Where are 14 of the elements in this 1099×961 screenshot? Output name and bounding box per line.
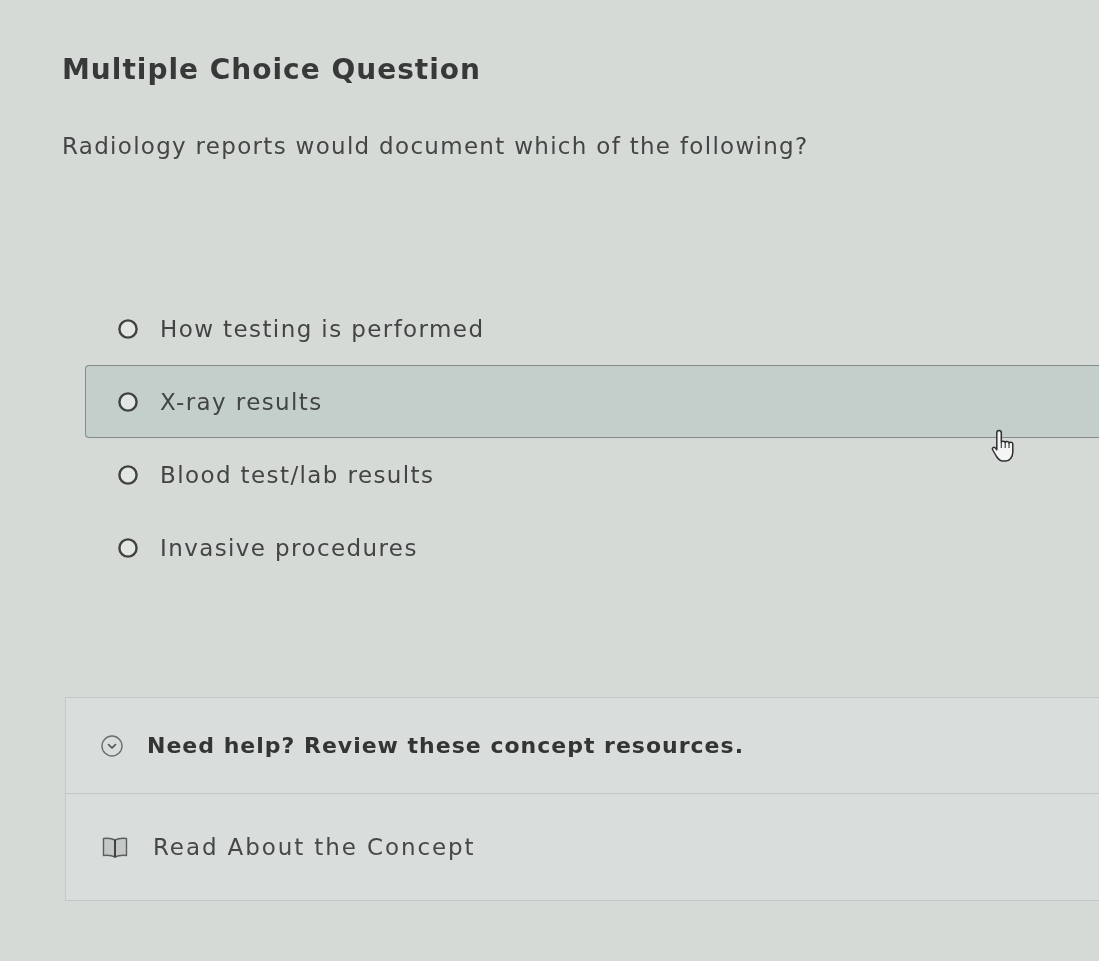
answer-text[interactable]: Blood test/lab results [160,459,435,490]
question-heading: Multiple Choice Question [62,53,481,87]
book-icon [102,836,128,858]
resource-link[interactable]: Read About the Concept [102,832,476,862]
answer-text[interactable]: How testing is performed [160,313,485,344]
chevron-circle-icon [101,734,123,757]
radio-button[interactable] [118,464,138,485]
radio-button[interactable] [118,318,138,339]
answer-text[interactable]: X-ray results [160,386,323,417]
question-text: Radiology reports would document which of the following? [62,132,809,161]
radio-button[interactable] [118,391,138,412]
answer-text[interactable]: Invasive procedures [160,532,418,563]
help-toggle[interactable]: Need help? Review these concept resources. [101,730,744,761]
radio-button[interactable] [118,537,138,558]
